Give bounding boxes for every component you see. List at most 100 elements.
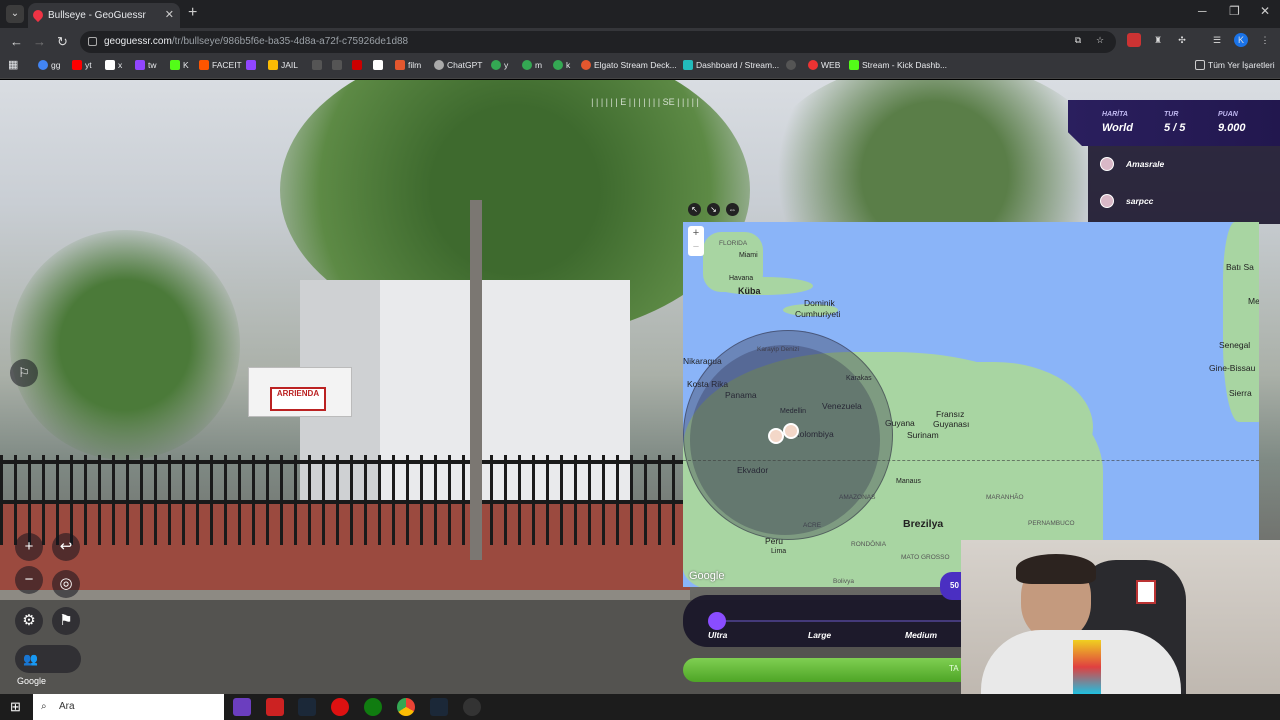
map-label: Bolivya (833, 578, 854, 585)
forward-icon[interactable]: → (33, 34, 46, 49)
bookmark-item[interactable]: x (105, 60, 122, 70)
search-icon: ⌕ (41, 701, 47, 712)
extension-icon[interactable]: ♜ (1151, 33, 1165, 47)
obs-app-icon[interactable] (463, 698, 481, 716)
bookmark-item[interactable] (246, 60, 259, 70)
map-label: PERNAMBUCO (1028, 520, 1075, 527)
players-toggle-button[interactable]: 👥 (15, 645, 81, 673)
menu-kebab-icon[interactable]: ⋮ (1258, 33, 1272, 47)
opera-app-icon[interactable] (331, 698, 349, 716)
streamer-webcam (961, 540, 1280, 694)
zoom-in-button[interactable]: + (15, 533, 43, 561)
return-to-start-icon[interactable]: ◎ (52, 570, 80, 598)
cuba-land (713, 277, 813, 295)
hair (1016, 554, 1096, 584)
fence-rail (0, 460, 690, 464)
report-location-icon[interactable]: ⚐ (10, 359, 38, 387)
steam-app-icon[interactable] (430, 698, 448, 716)
xbox-app-icon[interactable] (364, 698, 382, 716)
round-value: 5 / 5 (1164, 122, 1186, 134)
bookmark-item[interactable] (332, 60, 345, 70)
steam-app-icon[interactable] (298, 698, 316, 716)
close-window-icon[interactable]: ✕ (1260, 4, 1270, 18)
google-attribution: Google (17, 676, 47, 686)
settings-gear-icon[interactable]: ⚙ (15, 607, 43, 635)
map-value: World (1102, 122, 1133, 134)
url-bar[interactable]: geoguessr.com/tr/bullseye/986b5f6e-ba35-… (80, 31, 1116, 53)
size-option-large[interactable]: Large (808, 630, 831, 640)
bookmark-item[interactable]: K (170, 60, 189, 70)
map-label: Surinam (907, 430, 939, 440)
rent-sign-text: ARRIENDA (270, 387, 326, 411)
taskbar-search-input[interactable]: ⌕ Ara (33, 694, 224, 720)
restore-icon[interactable]: ❐ (1229, 4, 1240, 18)
map-pin-icon[interactable]: ⇔ (726, 203, 739, 216)
apps-grid-icon[interactable]: ▦ (8, 58, 18, 71)
map-label: MATO GROSSO (901, 554, 950, 561)
bookmark-item[interactable] (373, 60, 386, 70)
bookmark-item[interactable] (312, 60, 325, 70)
map-zoom-control[interactable]: + − (688, 226, 704, 256)
bookmark-item[interactable]: film (395, 60, 421, 70)
bookmark-item[interactable]: Elgato Stream Deck... (581, 60, 677, 70)
windows-start-icon[interactable]: ⊞ (10, 699, 21, 715)
avatar (1100, 194, 1114, 208)
bookmark-item[interactable]: ChatGPT (434, 60, 482, 70)
bookmark-item[interactable]: FACEIT (199, 60, 242, 70)
vscode-app-icon[interactable] (233, 698, 251, 716)
player-guess-marker[interactable] (768, 428, 784, 444)
map-expand-icon[interactable]: ↘ (707, 203, 720, 216)
minimize-icon[interactable]: ─ (1198, 4, 1207, 18)
voicemod-app-icon[interactable] (266, 698, 284, 716)
player-guess-marker[interactable] (783, 423, 799, 439)
map-label: Manaus (896, 478, 921, 485)
tab-search-button[interactable]: ⌄ (6, 5, 24, 23)
radius-slider-handle[interactable] (708, 612, 726, 630)
bookmark-item[interactable]: yt (72, 60, 92, 70)
size-option-ultra[interactable]: Ultra (708, 630, 727, 640)
compass-strip: | | | | | | E | | | | | | | SE | | | | | (591, 97, 699, 107)
all-bookmarks-folder[interactable]: Tüm Yer İşaretleri (1195, 60, 1275, 70)
extensions-puzzle-icon[interactable]: ✣ (1175, 33, 1189, 47)
bookmark-item[interactable]: Stream - Kick Dashb... (849, 60, 947, 70)
bookmark-star-icon[interactable]: ☆ (1093, 33, 1107, 47)
reload-icon[interactable]: ↻ (57, 34, 68, 50)
map-label: Me (1248, 296, 1259, 306)
browser-tab-active[interactable]: Bullseye - GeoGuessr ✕ (28, 3, 180, 28)
bookmark-item[interactable]: m (522, 60, 542, 70)
guess-button[interactable]: TA (683, 658, 963, 682)
site-info-icon[interactable] (88, 37, 97, 46)
bookmark-item[interactable]: y (491, 60, 508, 70)
close-tab-icon[interactable]: ✕ (165, 3, 174, 28)
wall-frame (1136, 580, 1156, 604)
install-app-icon[interactable]: ⧉ (1071, 33, 1085, 47)
bookmark-item[interactable]: gg (38, 60, 60, 70)
bookmark-item[interactable]: k (553, 60, 570, 70)
zoom-out-button[interactable]: − (15, 566, 43, 594)
rgb-lamp (1073, 640, 1101, 694)
fence-rail (0, 500, 690, 504)
bookmark-item[interactable] (786, 60, 799, 70)
flag-icon[interactable]: ⚑ (52, 607, 80, 635)
back-icon[interactable]: ← (10, 34, 23, 49)
new-tab-button[interactable]: + (188, 4, 197, 22)
bookmark-item[interactable]: tw (135, 60, 157, 70)
profile-avatar[interactable]: K (1234, 33, 1248, 47)
map-label: FLORIDA (719, 240, 748, 247)
radius-slider-track[interactable] (711, 620, 961, 622)
map-label: Dominik (804, 298, 835, 308)
extension-icon[interactable] (1127, 33, 1141, 47)
size-option-medium[interactable]: Medium (905, 630, 937, 640)
bookmark-item[interactable]: WEB (808, 60, 840, 70)
map-label: HARİTA (1102, 111, 1128, 118)
chrome-app-icon[interactable] (397, 698, 415, 716)
map-shrink-icon[interactable]: ↖ (688, 203, 701, 216)
avatar (1100, 157, 1114, 171)
player-name: sarpcc (1126, 196, 1154, 206)
undo-move-icon[interactable]: ↩ (52, 533, 80, 561)
game-status-panel: HARİTA World TUR 5 / 5 PUAN 9.000 (1068, 100, 1280, 146)
bookmark-item[interactable] (352, 60, 365, 70)
bookmark-item[interactable]: JAIL (268, 60, 298, 70)
reading-list-icon[interactable]: ☰ (1210, 33, 1224, 47)
bookmark-item[interactable]: Dashboard / Stream... (683, 60, 779, 70)
